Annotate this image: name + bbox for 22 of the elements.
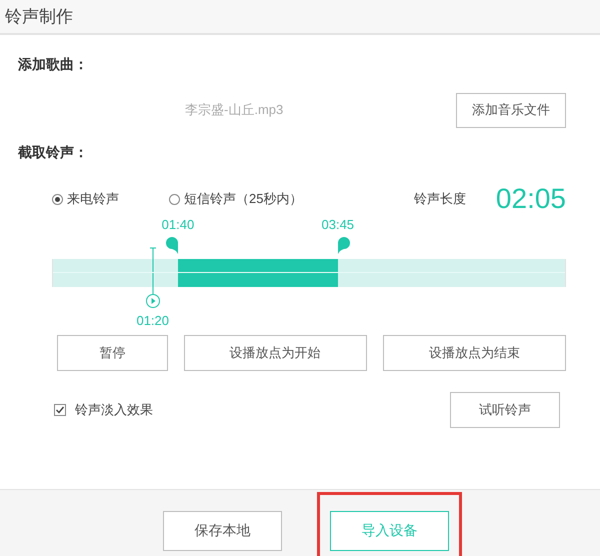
save-local-button[interactable]: 保存本地: [163, 511, 282, 551]
playhead-handle[interactable]: [145, 247, 162, 309]
ringtone-type-radio[interactable]: 短信铃声（25秒内）: [169, 190, 302, 208]
playhead-time: 01:20: [136, 313, 169, 328]
start-time: 01:40: [162, 217, 194, 232]
ringtone-type-radio[interactable]: 来电铃声: [52, 190, 119, 208]
length-label: 铃声长度: [414, 190, 466, 208]
control-button[interactable]: 设播放点为结束: [382, 335, 566, 371]
section-heading: 截取铃声：: [18, 144, 88, 162]
add-music-button[interactable]: 添加音乐文件: [456, 92, 566, 128]
end-time: 03:45: [322, 217, 354, 232]
fade-in-option[interactable]: 铃声淡入效果: [54, 401, 153, 419]
preview-button[interactable]: 试听铃声: [450, 392, 560, 428]
length-value: 02:05: [496, 183, 566, 215]
start-marker-handle[interactable]: [166, 237, 178, 254]
checkbox[interactable]: [54, 404, 66, 416]
end-marker-handle[interactable]: [338, 237, 350, 254]
control-button[interactable]: 暂停: [57, 335, 168, 371]
control-button[interactable]: 设播放点为开始: [184, 335, 367, 371]
section-heading: 添加歌曲：: [18, 56, 88, 74]
file-name: 李宗盛-山丘.mp3: [185, 101, 284, 119]
window-title: 铃声制作: [5, 6, 73, 28]
